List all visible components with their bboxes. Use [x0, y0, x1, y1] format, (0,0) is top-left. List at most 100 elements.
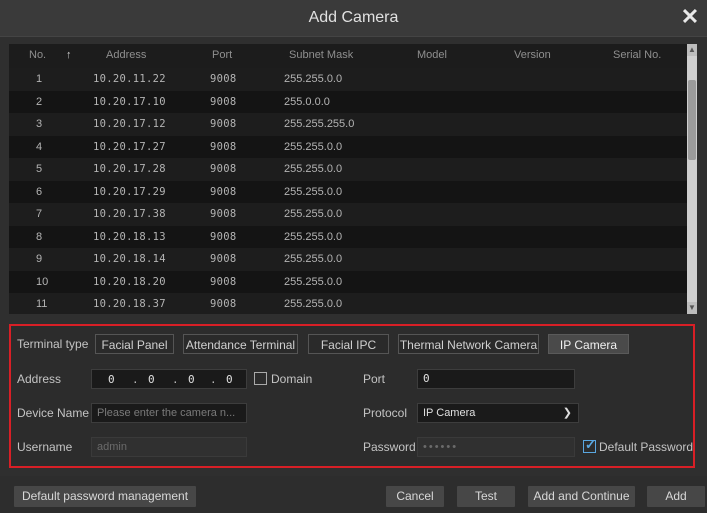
cell-subnet-mask: 255.255.0.0 [284, 230, 343, 243]
col-serial-no[interactable]: Serial No. [613, 49, 661, 61]
table-row[interactable]: 7 10.20.17.38 9008 255.255.0.0 [9, 203, 687, 226]
table-row[interactable]: 3 10.20.17.12 9008 255.255.255.0 [9, 113, 687, 136]
cancel-button[interactable]: Cancel [386, 486, 444, 507]
table-row[interactable]: 5 10.20.17.28 9008 255.255.0.0 [9, 158, 687, 181]
terminal-type-label: Terminal type [17, 337, 89, 351]
cell-subnet-mask: 255.255.0.0 [284, 275, 343, 288]
terminal-type-ip-camera[interactable]: IP Camera [548, 334, 629, 354]
cell-address: 10.20.18.37 [93, 298, 166, 310]
cell-port: 9008 [210, 118, 237, 130]
table-row[interactable]: 8 10.20.18.13 9008 255.255.0.0 [9, 225, 687, 248]
test-button[interactable]: Test [457, 486, 515, 507]
table-row[interactable]: 1 10.20.11.22 9008 255.255.0.0 [9, 68, 687, 91]
ip-octet-2[interactable]: 0 [148, 373, 155, 386]
cell-port: 9008 [210, 73, 237, 85]
table-row[interactable]: 9 10.20.18.14 9008 255.255.0.0 [9, 248, 687, 271]
cell-port: 9008 [210, 185, 237, 198]
cell-address: 10.20.17.27 [93, 140, 166, 153]
cell-port: 9008 [210, 208, 237, 220]
terminal-type-attendance-terminal[interactable]: Attendance Terminal [183, 334, 298, 354]
cell-subnet-mask: 255.255.0.0 [284, 298, 343, 310]
username-input[interactable]: admin [91, 437, 247, 457]
terminal-type-facial-panel[interactable]: Facial Panel [95, 334, 174, 354]
table-header: No. ↑ Address Port Subnet Mask Model Ver… [9, 44, 687, 68]
username-label: Username [17, 440, 73, 454]
table-body: 1 10.20.11.22 9008 255.255.0.0 2 10.20.17.10 9… [9, 68, 687, 314]
cell-no: 7 [36, 208, 43, 220]
cell-address: 10.20.17.29 [93, 185, 166, 198]
cell-port: 9008 [210, 275, 237, 288]
ip-octet-4[interactable]: 0 [226, 373, 233, 386]
col-port[interactable]: Port [212, 49, 232, 61]
col-version[interactable]: Version [514, 49, 551, 61]
protocol-selected-value: IP Camera [423, 407, 476, 419]
dialog-title: Add Camera [308, 9, 399, 26]
password-input[interactable]: •••••• [417, 437, 575, 457]
protocol-select[interactable]: IP Camera ❯ [417, 403, 579, 423]
ip-octet-1[interactable]: 0 [108, 373, 115, 386]
table-row[interactable]: 10 10.20.18.20 9008 255.255.0.0 [9, 270, 687, 293]
table-row[interactable]: 11 10.20.18.37 9008 255.255.0.0 [9, 293, 687, 314]
camera-table: No. ↑ Address Port Subnet Mask Model Ver… [9, 44, 697, 314]
table-row[interactable]: 6 10.20.17.29 9008 255.255.0.0 [9, 180, 687, 203]
cell-address: 10.20.18.20 [93, 275, 166, 288]
password-label: Password [363, 440, 416, 454]
cell-no: 4 [36, 140, 43, 153]
add-and-continue-button[interactable]: Add and Continue [528, 486, 635, 507]
cell-no: 1 [36, 73, 43, 85]
cell-subnet-mask: 255.255.0.0 [284, 208, 343, 220]
cell-port: 9008 [210, 95, 237, 108]
col-address[interactable]: Address [106, 49, 146, 61]
port-label: Port [363, 372, 386, 386]
cell-port: 9008 [210, 140, 237, 153]
cell-address: 10.20.17.38 [93, 208, 166, 220]
cell-address: 10.20.17.12 [93, 118, 166, 130]
add-camera-dialog: Add Camera ✕ No. ↑ Address Port Subnet M… [0, 0, 707, 513]
title-bar: Add Camera ✕ [0, 0, 707, 37]
default-password-checkbox[interactable]: ✓ [583, 437, 596, 453]
check-icon: ✓ [585, 437, 596, 452]
table-row[interactable]: 4 10.20.17.27 9008 255.255.0.0 [9, 135, 687, 158]
domain-label: Domain [271, 372, 313, 386]
device-name-input[interactable]: Please enter the camera n... [91, 403, 247, 423]
cell-subnet-mask: 255.255.255.0 [284, 118, 355, 130]
col-subnet-mask[interactable]: Subnet Mask [289, 49, 353, 61]
sort-arrow-icon[interactable]: ↑ [66, 49, 72, 61]
cell-port: 9008 [210, 230, 237, 243]
col-model[interactable]: Model [417, 49, 447, 61]
cell-no: 3 [36, 118, 43, 130]
cell-no: 5 [36, 163, 43, 175]
terminal-type-facial-ipc[interactable]: Facial IPC [308, 334, 389, 354]
ip-dot: . [132, 373, 139, 386]
footer-bar: Default password management Cancel Test … [0, 476, 707, 513]
scroll-down-icon[interactable]: ▼ [687, 302, 697, 314]
cell-port: 9008 [210, 298, 237, 310]
scroll-up-icon[interactable]: ▲ [687, 44, 697, 56]
cell-no: 6 [36, 185, 43, 198]
chevron-down-icon: ❯ [562, 407, 572, 419]
cell-subnet-mask: 255.255.0.0 [284, 73, 343, 85]
cell-address: 10.20.17.10 [93, 95, 166, 108]
col-no[interactable]: No. [29, 49, 46, 61]
add-button[interactable]: Add [647, 486, 705, 507]
table-scrollbar[interactable]: ▲ ▼ [687, 44, 697, 314]
ip-octet-3[interactable]: 0 [188, 373, 195, 386]
terminal-type-thermal-network-camera[interactable]: Thermal Network Camera [398, 334, 539, 354]
cell-subnet-mask: 255.255.0.0 [284, 185, 343, 198]
port-input[interactable]: 0 [417, 369, 575, 389]
table-row[interactable]: 2 10.20.17.10 9008 255.0.0.0 [9, 90, 687, 113]
default-password-label: Default Password [599, 440, 694, 454]
cell-no: 9 [36, 253, 43, 265]
address-label: Address [17, 372, 62, 386]
default-password-management-button[interactable]: Default password management [14, 486, 196, 507]
cell-no: 2 [36, 95, 43, 108]
close-icon[interactable]: ✕ [679, 5, 701, 29]
cell-no: 11 [36, 298, 48, 310]
domain-checkbox[interactable] [254, 372, 267, 385]
scroll-thumb[interactable] [688, 80, 696, 160]
address-ip-input[interactable]: 0 . 0 . 0 . 0 [91, 369, 247, 389]
cell-no: 8 [36, 230, 43, 243]
cell-address: 10.20.11.22 [93, 73, 166, 85]
ip-dot: . [172, 373, 179, 386]
cell-address: 10.20.18.13 [93, 230, 166, 243]
